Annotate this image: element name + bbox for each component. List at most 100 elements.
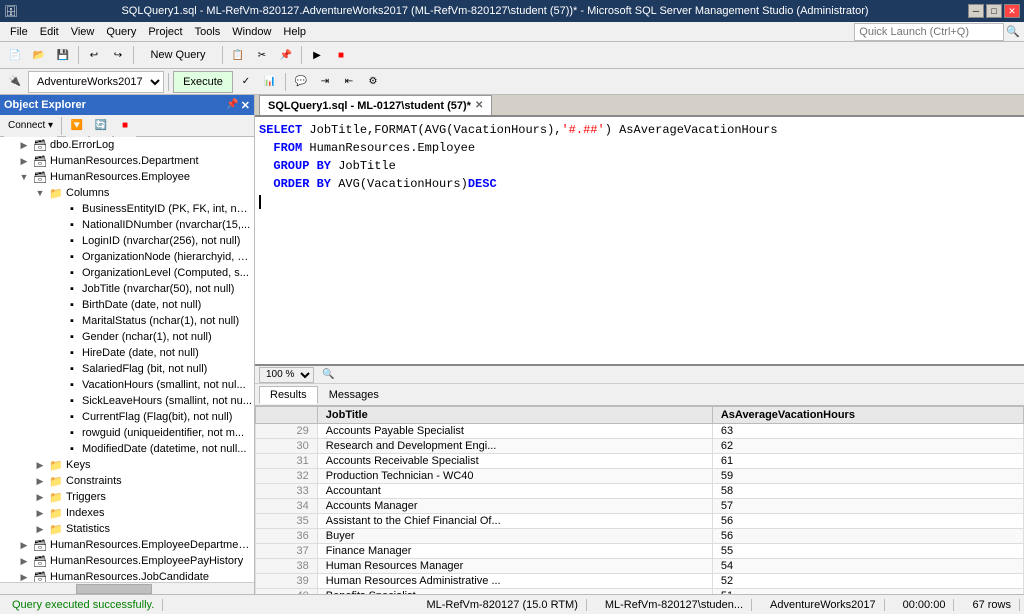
copy-btn[interactable]: 📋 [227, 44, 249, 66]
menu-edit[interactable]: Edit [34, 24, 65, 40]
oe-stop-btn[interactable]: ■ [114, 115, 136, 137]
oe-hscroll[interactable] [0, 582, 254, 594]
tree-item-col-md[interactable]: ▪ ModifiedDate (datetime, not null... [0, 441, 254, 457]
tree-item-col-ol[interactable]: ▪ OrganizationLevel (Computed, s... [0, 265, 254, 281]
oe-close-btn[interactable]: ✕ [241, 99, 250, 112]
stop-btn[interactable]: ■ [330, 44, 352, 66]
tree-item-col-rg[interactable]: ▪ rowguid (uniqueidentifier, not m... [0, 425, 254, 441]
tab-close-btn[interactable]: ✕ [475, 100, 483, 111]
new-query-btn[interactable]: New Query [138, 44, 218, 66]
results-grid[interactable]: JobTitle AsAverageVacationHours 29Accoun… [255, 406, 1024, 594]
tree-label-col-hd: HireDate (date, not null) [82, 347, 199, 359]
sql-tab[interactable]: SQLQuery1.sql - ML-0127\student (57)* ✕ [259, 95, 492, 115]
cell-1: Accounts Manager [317, 499, 712, 514]
type-icon-col-lid: ▪ [64, 233, 80, 249]
row-num: 36 [256, 529, 318, 544]
expand-icon-col-nid [48, 217, 64, 233]
dedent-btn[interactable]: ⇤ [338, 71, 360, 93]
tree-item-col-nid[interactable]: ▪ NationalIDNumber (nvarchar(15,... [0, 217, 254, 233]
tree-item-keys[interactable]: ▶ 📁 Keys [0, 457, 254, 473]
tree-item-triggers[interactable]: ▶ 📁 Triggers [0, 489, 254, 505]
save-btn[interactable]: 💾 [52, 44, 74, 66]
tree-item-indexes[interactable]: ▶ 📁 Indexes [0, 505, 254, 521]
code-editor[interactable]: SELECT JobTitle,FORMAT(AVG(VacationHours… [255, 117, 1024, 364]
expand-icon-col-gn [48, 329, 64, 345]
tree-item-col-bd[interactable]: ▪ BirthDate (date, not null) [0, 297, 254, 313]
tree-item-col-sl[interactable]: ▪ SickLeaveHours (smallint, not nu... [0, 393, 254, 409]
results-to-btn[interactable]: 📊 [259, 71, 281, 93]
database-selector[interactable]: AdventureWorks2017 [28, 71, 164, 93]
menu-file[interactable]: File [4, 24, 34, 40]
tree-label-col-vh: VacationHours (smallint, not nul... [82, 379, 246, 391]
sep4 [301, 46, 302, 64]
expand-icon-col-sf [48, 361, 64, 377]
type-icon-errorlog: 🗃 [32, 137, 48, 153]
menu-help[interactable]: Help [277, 24, 312, 40]
tree-item-col-jt[interactable]: ▪ JobTitle (nvarchar(50), not null) [0, 281, 254, 297]
tree-item-col-hd[interactable]: ▪ HireDate (date, not null) [0, 345, 254, 361]
expand-icon-columns: ▼ [32, 185, 48, 201]
results-tab-results[interactable]: Results [259, 386, 318, 404]
tree-item-col-ms[interactable]: ▪ MaritalStatus (nchar(1), not null) [0, 313, 254, 329]
comment-btn[interactable]: 💬 [290, 71, 312, 93]
menu-bar: File Edit View Query Project Tools Windo… [0, 22, 1024, 42]
execute-btn[interactable]: Execute [173, 71, 233, 93]
redo-btn[interactable]: ↪ [107, 44, 129, 66]
options-btn[interactable]: ⚙ [362, 71, 384, 93]
tree-item-errorlog[interactable]: ▶ 🗃 dbo.ErrorLog [0, 137, 254, 153]
close-btn[interactable]: ✕ [1004, 4, 1020, 18]
status-rows: 67 rows [964, 599, 1020, 611]
oe-filter-btn[interactable]: 🔽 [66, 115, 88, 137]
tree-item-hr-empd[interactable]: ▶ 🗃 HumanResources.EmployeeDepartment... [0, 537, 254, 553]
minimize-btn[interactable]: ─ [968, 4, 984, 18]
tree-item-col-lid[interactable]: ▪ LoginID (nvarchar(256), not null) [0, 233, 254, 249]
tree-item-col-beid[interactable]: ▪ BusinessEntityID (PK, FK, int, not... [0, 201, 254, 217]
connect-btn[interactable]: 🔌 [4, 71, 26, 93]
type-icon-col-beid: ▪ [64, 201, 80, 217]
expand-icon-col-md [48, 441, 64, 457]
tree-item-col-on[interactable]: ▪ OrganizationNode (hierarchyid, n... [0, 249, 254, 265]
zoom-selector[interactable]: 100 % [259, 367, 314, 383]
tree-label-col-bd: BirthDate (date, not null) [82, 299, 201, 311]
tree-item-hr-jc[interactable]: ▶ 🗃 HumanResources.JobCandidate [0, 569, 254, 582]
paste-btn[interactable]: 📌 [275, 44, 297, 66]
sep6 [285, 73, 286, 91]
tree-item-hr-emp[interactable]: ▼ 🗃 HumanResources.Employee [0, 169, 254, 185]
table-row: 30Research and Development Engi...62 [256, 439, 1024, 454]
debug-btn[interactable]: ▶ [306, 44, 328, 66]
restore-btn[interactable]: □ [986, 4, 1002, 18]
quick-launch-input[interactable] [854, 23, 1004, 41]
tree-item-constraints[interactable]: ▶ 📁 Constraints [0, 473, 254, 489]
open-btn[interactable]: 📂 [28, 44, 50, 66]
menu-query[interactable]: Query [100, 24, 142, 40]
tree-item-col-sf[interactable]: ▪ SalariedFlag (bit, not null) [0, 361, 254, 377]
oe-tree[interactable]: ▶ 🗃 dbo.ErrorLog ▶ 🗃 HumanResources.Depa… [0, 137, 254, 582]
menu-window[interactable]: Window [226, 24, 277, 40]
tree-item-hr-dept[interactable]: ▶ 🗃 HumanResources.Department [0, 153, 254, 169]
tree-item-col-gn[interactable]: ▪ Gender (nchar(1), not null) [0, 329, 254, 345]
menu-view[interactable]: View [65, 24, 101, 40]
tree-item-col-cf[interactable]: ▪ CurrentFlag (Flag(bit), not null) [0, 409, 254, 425]
expand-icon-hr-emp: ▼ [16, 169, 32, 185]
tree-item-columns[interactable]: ▼ 📁 Columns [0, 185, 254, 201]
tree-item-statistics[interactable]: ▶ 📁 Statistics [0, 521, 254, 537]
parse-btn[interactable]: ✓ [235, 71, 257, 93]
tree-item-col-vh[interactable]: ▪ VacationHours (smallint, not nul... [0, 377, 254, 393]
indent-btn[interactable]: ⇥ [314, 71, 336, 93]
menu-tools[interactable]: Tools [189, 24, 227, 40]
tree-label-col-rg: rowguid (uniqueidentifier, not m... [82, 427, 244, 439]
tree-item-hr-empp[interactable]: ▶ 🗃 HumanResources.EmployeePayHistory [0, 553, 254, 569]
oe-connect-btn[interactable]: Connect ▾ [4, 115, 57, 137]
oe-pin-btn[interactable]: 📌 [226, 99, 238, 112]
tree-label-col-jt: JobTitle (nvarchar(50), not null) [82, 283, 234, 295]
row-num: 38 [256, 559, 318, 574]
expand-icon-col-cf [48, 409, 64, 425]
row-num: 29 [256, 424, 318, 439]
undo-btn[interactable]: ↩ [83, 44, 105, 66]
results-tab-messages[interactable]: Messages [318, 386, 390, 404]
expand-icon-indexes: ▶ [32, 505, 48, 521]
menu-project[interactable]: Project [142, 24, 188, 40]
oe-refresh-btn[interactable]: 🔄 [90, 115, 112, 137]
cut-btn[interactable]: ✂ [251, 44, 273, 66]
new-file-btn[interactable]: 📄 [4, 44, 26, 66]
